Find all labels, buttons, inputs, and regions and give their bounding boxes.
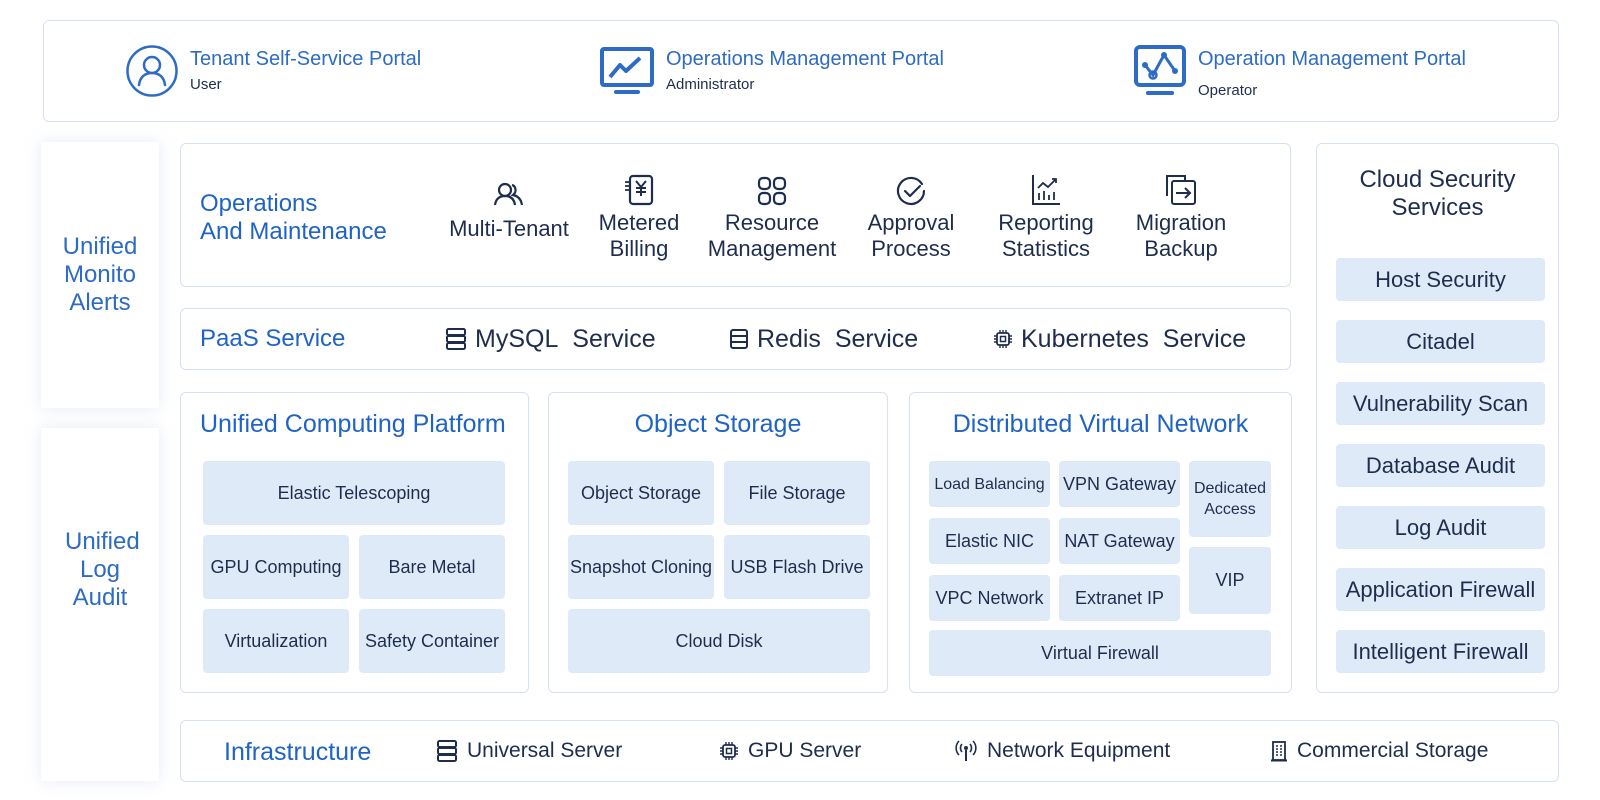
operations-maintenance-panel: Operations And Maintenance Multi-Tenant … xyxy=(180,143,1291,287)
virtual-network-title: Distributed Virtual Network xyxy=(952,410,1249,438)
infrastructure-title: Infrastructure xyxy=(224,738,372,766)
object-storage-panel: Object Storage Object Storage File Stora… xyxy=(548,392,888,693)
security-item-application-firewall[interactable]: Application Firewall xyxy=(1336,568,1545,611)
security-item-citadel[interactable]: Citadel xyxy=(1336,320,1545,363)
paas-item-redis[interactable]: Redis Service xyxy=(729,309,918,369)
tile-bare-metal[interactable]: Bare Metal xyxy=(359,535,505,599)
tile-virtual-firewall[interactable]: Virtual Firewall xyxy=(929,630,1271,676)
security-item-intelligent-firewall[interactable]: Intelligent Firewall xyxy=(1336,630,1545,673)
billing-yen-icon xyxy=(625,174,654,206)
infrastructure-panel: Infrastructure Universal Server GPU Serv… xyxy=(180,720,1559,782)
security-item-log-audit[interactable]: Log Audit xyxy=(1336,506,1545,549)
tile-object-storage[interactable]: Object Storage xyxy=(568,461,714,525)
migrate-icon xyxy=(1166,175,1196,205)
tile-elastic-telescoping[interactable]: Elastic Telescoping xyxy=(203,461,505,525)
infra-item-commercial-storage[interactable]: Commercial Storage xyxy=(1270,721,1488,781)
infra-item-network-equipment[interactable]: Network Equipment xyxy=(954,721,1170,781)
paas-service-panel: PaaS Service MySQL Service Redis Service… xyxy=(180,308,1291,370)
chip-icon xyxy=(994,330,1012,348)
grid-apps-icon xyxy=(757,176,787,206)
tile-elastic-nic[interactable]: Elastic NIC xyxy=(929,518,1050,564)
infra-item-gpu-server[interactable]: GPU Server xyxy=(719,721,861,781)
tile-vpn-gateway[interactable]: VPN Gateway xyxy=(1059,461,1180,507)
infra-item-universal-server[interactable]: Universal Server xyxy=(436,721,622,781)
compute-title: Unified Computing Platform xyxy=(200,410,506,438)
monitor-network-icon xyxy=(1134,45,1186,95)
object-storage-title: Object Storage xyxy=(634,410,802,438)
portal-tenant[interactable]: Tenant Self-Service Portal User xyxy=(126,21,421,121)
ops-item-resource-management[interactable]: Resource Management xyxy=(704,144,840,286)
ops-title: Operations And Maintenance xyxy=(200,190,387,245)
ops-item-multi-tenant[interactable]: Multi-Tenant xyxy=(444,144,574,286)
side-label: Unified Log Audit xyxy=(65,527,140,611)
user-icon xyxy=(126,45,178,97)
tile-usb-flash-drive[interactable]: USB Flash Drive xyxy=(724,535,870,599)
ops-item-migration-backup[interactable]: Migration Backup xyxy=(1128,144,1234,286)
portal-operator[interactable]: Operation Management Portal Operator xyxy=(1134,21,1466,121)
portal-operations[interactable]: Operations Management Portal Administrat… xyxy=(600,21,944,121)
tile-load-balancing[interactable]: Load Balancing xyxy=(929,461,1050,507)
antenna-icon xyxy=(955,740,977,761)
security-title: Cloud Security Services xyxy=(1359,166,1516,221)
database-icon xyxy=(730,329,748,349)
check-circle-icon xyxy=(896,176,926,206)
tile-gpu-computing[interactable]: GPU Computing xyxy=(203,535,349,599)
unified-monitor-alerts[interactable]: Unified Monito Alerts xyxy=(41,142,159,408)
tile-dedicated-access[interactable]: Dedicated Access xyxy=(1189,461,1271,537)
paas-item-kubernetes[interactable]: Kubernetes Service xyxy=(993,309,1246,369)
tile-extranet-ip[interactable]: Extranet IP xyxy=(1059,575,1180,621)
side-label: Unified Monito Alerts xyxy=(62,233,138,316)
ops-item-reporting-statistics[interactable]: Reporting Statistics xyxy=(990,144,1102,286)
security-item-host-security[interactable]: Host Security xyxy=(1336,258,1545,301)
tile-virtualization[interactable]: Virtualization xyxy=(203,609,349,673)
chip-icon xyxy=(720,742,738,760)
tile-snapshot-cloning[interactable]: Snapshot Cloning xyxy=(568,535,714,599)
security-item-vulnerability-scan[interactable]: Vulnerability Scan xyxy=(1336,382,1545,425)
ops-item-metered-billing[interactable]: Metered Billing xyxy=(585,144,693,286)
tile-cloud-disk[interactable]: Cloud Disk xyxy=(568,609,870,673)
unified-computing-platform-panel: Unified Computing Platform Elastic Teles… xyxy=(180,392,529,693)
portal-title: Operation Management Portal xyxy=(1198,48,1466,70)
portal-role: User xyxy=(190,76,222,93)
tile-nat-gateway[interactable]: NAT Gateway xyxy=(1059,518,1180,564)
security-item-database-audit[interactable]: Database Audit xyxy=(1336,444,1545,487)
portal-title: Operations Management Portal xyxy=(666,48,944,70)
tile-safety-container[interactable]: Safety Container xyxy=(359,609,505,673)
bar-chart-icon xyxy=(1032,175,1060,205)
distributed-virtual-network-panel: Distributed Virtual Network Load Balanci… xyxy=(909,392,1292,693)
tile-vpc-network[interactable]: VPC Network xyxy=(929,575,1050,621)
building-storage-icon xyxy=(1271,741,1287,762)
ops-item-approval-process[interactable]: Approval Process xyxy=(861,144,961,286)
portal-title: Tenant Self-Service Portal xyxy=(190,48,422,70)
portals-bar: Tenant Self-Service Portal User Operatio… xyxy=(43,20,1559,122)
unified-log-audit[interactable]: Unified Log Audit xyxy=(41,428,159,781)
users-icon xyxy=(494,182,524,206)
paas-title: PaaS Service xyxy=(200,325,346,352)
portal-role: Operator xyxy=(1198,82,1258,99)
portal-role: Administrator xyxy=(666,76,755,93)
paas-item-mysql[interactable]: MySQL Service xyxy=(445,309,656,369)
tile-file-storage[interactable]: File Storage xyxy=(724,461,870,525)
server-icon xyxy=(437,740,457,762)
tile-vip[interactable]: VIP xyxy=(1189,547,1271,614)
monitor-chart-icon xyxy=(600,47,654,94)
database-icon xyxy=(446,328,466,350)
cloud-security-services-panel: Cloud Security Services Host Security Ci… xyxy=(1316,143,1559,693)
